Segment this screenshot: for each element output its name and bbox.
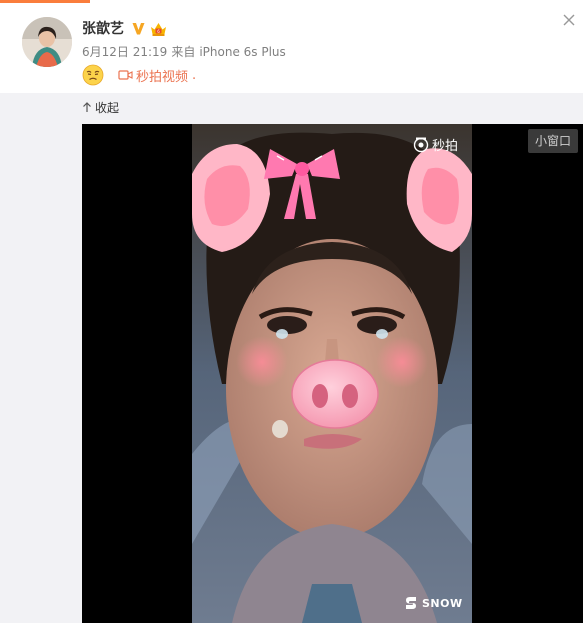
post-meta: 6月12日 21:19 来自 iPhone 6s Plus [82,44,286,60]
snow-watermark-text: SNOW [422,596,463,610]
source-prefix: 来自 [171,45,196,59]
crying-face-emoji-icon [82,64,104,86]
video-link[interactable]: 秒拍视频 [136,66,188,85]
miaopai-camera-icon [413,137,429,152]
source-device[interactable]: iPhone 6s Plus [199,44,285,60]
top-accent-bar [0,0,90,3]
snow-app-icon [406,597,416,609]
post-date[interactable]: 6月12日 21:19 [82,44,167,60]
video-frame-image [192,124,472,623]
miaopai-watermark: 秒拍 [413,135,458,154]
post-text: 秒拍视频 . [82,64,196,86]
video-camera-icon [118,70,133,80]
miaopai-watermark-text: 秒拍 [432,139,459,154]
weibo-post-card: 张歆艺 6 6月12日 21:19 来自 iPhone 6s Plus 秒拍视频 . [0,0,583,623]
vip-crown-icon[interactable]: 6 [150,21,167,37]
svg-text:6: 6 [157,29,160,34]
collapse-toggle[interactable]: 收起 [82,100,120,115]
close-icon[interactable] [562,13,576,27]
collapse-label: 收起 [95,100,120,115]
avatar[interactable] [22,17,72,67]
trailing-dot: . [192,67,197,83]
verified-v-badge-icon [132,23,145,35]
video-player[interactable]: 秒拍 小窗口 SNOW [82,124,583,623]
arrow-up-icon [83,101,91,112]
mini-window-button[interactable]: 小窗口 [528,129,578,153]
username[interactable]: 张歆艺 [82,20,124,38]
snow-watermark: SNOW [404,596,463,610]
